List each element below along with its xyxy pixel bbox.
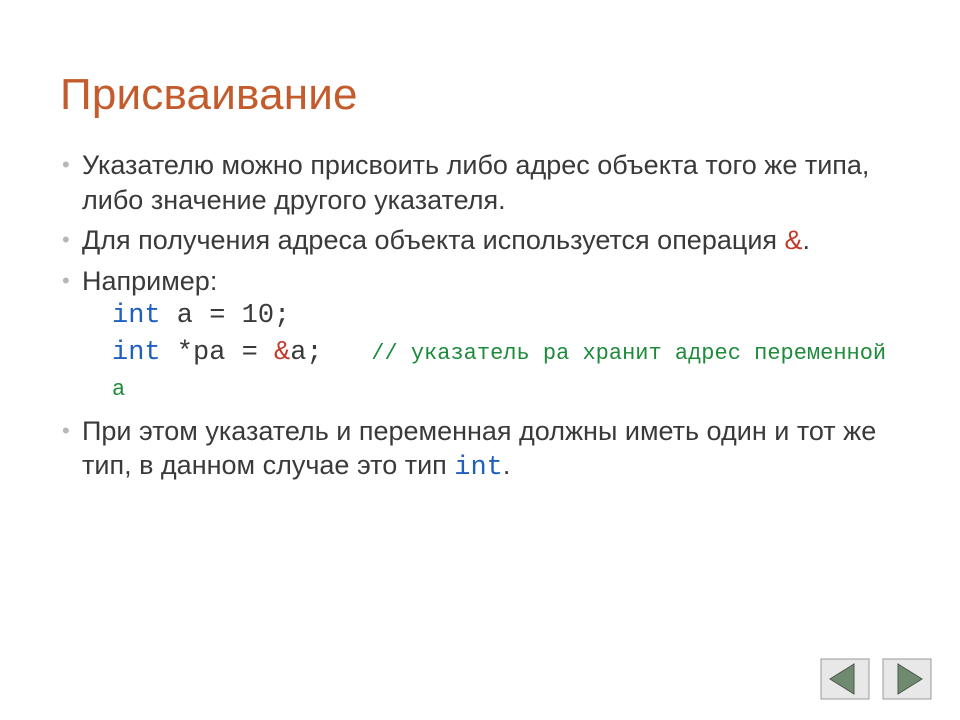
bullet-2-post: . bbox=[803, 225, 811, 255]
code-2-mid: *pa = bbox=[161, 338, 274, 368]
keyword-int-2: int bbox=[112, 338, 161, 368]
bullet-1-text: Указателю можно присвоить либо адрес объ… bbox=[82, 150, 869, 215]
nav-controls bbox=[820, 658, 932, 700]
arrow-right-icon bbox=[882, 658, 932, 700]
ampersand-operator: & bbox=[785, 225, 803, 255]
code-example: int a = 10; int *pa = &a; // указатель p… bbox=[82, 298, 900, 407]
bullet-3-intro: Например: bbox=[82, 266, 217, 296]
code-2-end: a; bbox=[290, 338, 322, 368]
code-1-rest: a = 10; bbox=[161, 301, 291, 331]
arrow-left-icon bbox=[820, 658, 870, 700]
bullet-2-pre: Для получения адреса объекта используетс… bbox=[82, 225, 785, 255]
bullet-1: Указателю можно присвоить либо адрес объ… bbox=[60, 148, 900, 217]
code-line-2: int *pa = &a; // указатель pa хранит адр… bbox=[112, 335, 900, 408]
keyword-int-1: int bbox=[112, 301, 161, 331]
code-line-1: int a = 10; bbox=[112, 298, 900, 334]
keyword-int-inline: int bbox=[454, 453, 503, 483]
slide: Присваивание Указателю можно присвоить л… bbox=[0, 0, 960, 720]
bullet-3: Например: int a = 10; int *pa = &a; // у… bbox=[60, 264, 900, 408]
bullet-4: При этом указатель и переменная должны и… bbox=[60, 414, 900, 486]
slide-body: Указателю можно присвоить либо адрес объ… bbox=[60, 148, 900, 486]
slide-title: Присваивание bbox=[60, 70, 900, 120]
bullet-2: Для получения адреса объекта используетс… bbox=[60, 223, 900, 258]
bullet-4-post: . bbox=[503, 450, 511, 480]
next-button[interactable] bbox=[882, 658, 932, 700]
prev-button[interactable] bbox=[820, 658, 870, 700]
ampersand-in-code: & bbox=[274, 338, 290, 368]
